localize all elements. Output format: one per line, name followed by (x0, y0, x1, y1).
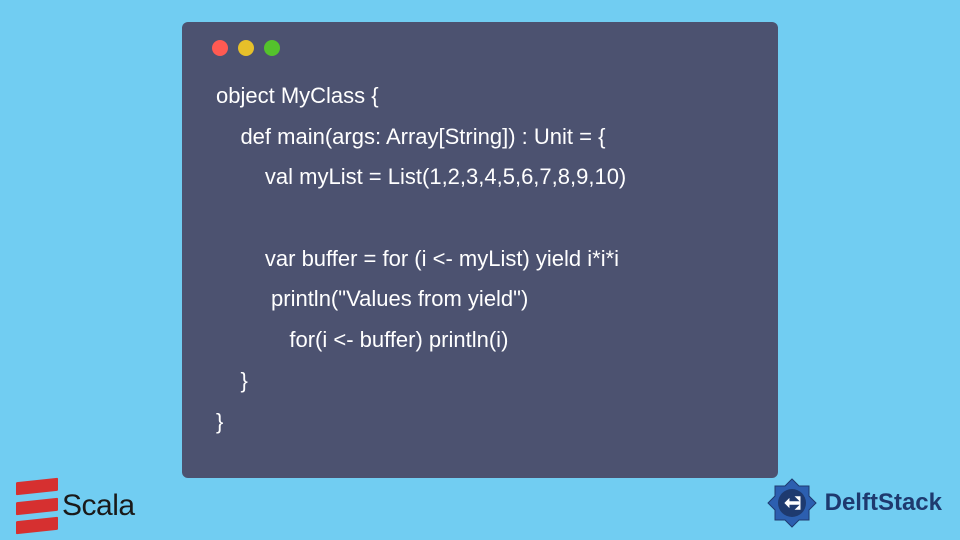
code-window: object MyClass { def main(args: Array[St… (182, 22, 778, 478)
delftstack-badge-icon (765, 476, 819, 530)
maximize-icon (264, 40, 280, 56)
code-block: object MyClass { def main(args: Array[St… (198, 76, 762, 442)
window-controls (198, 36, 762, 56)
scala-label: Scala (62, 489, 135, 523)
delftstack-logo: DelftStack (765, 476, 942, 530)
delftstack-label: DelftStack (825, 489, 942, 517)
close-icon (212, 40, 228, 56)
scala-logo: Scala (16, 480, 135, 532)
scala-icon (16, 478, 58, 534)
minimize-icon (238, 40, 254, 56)
